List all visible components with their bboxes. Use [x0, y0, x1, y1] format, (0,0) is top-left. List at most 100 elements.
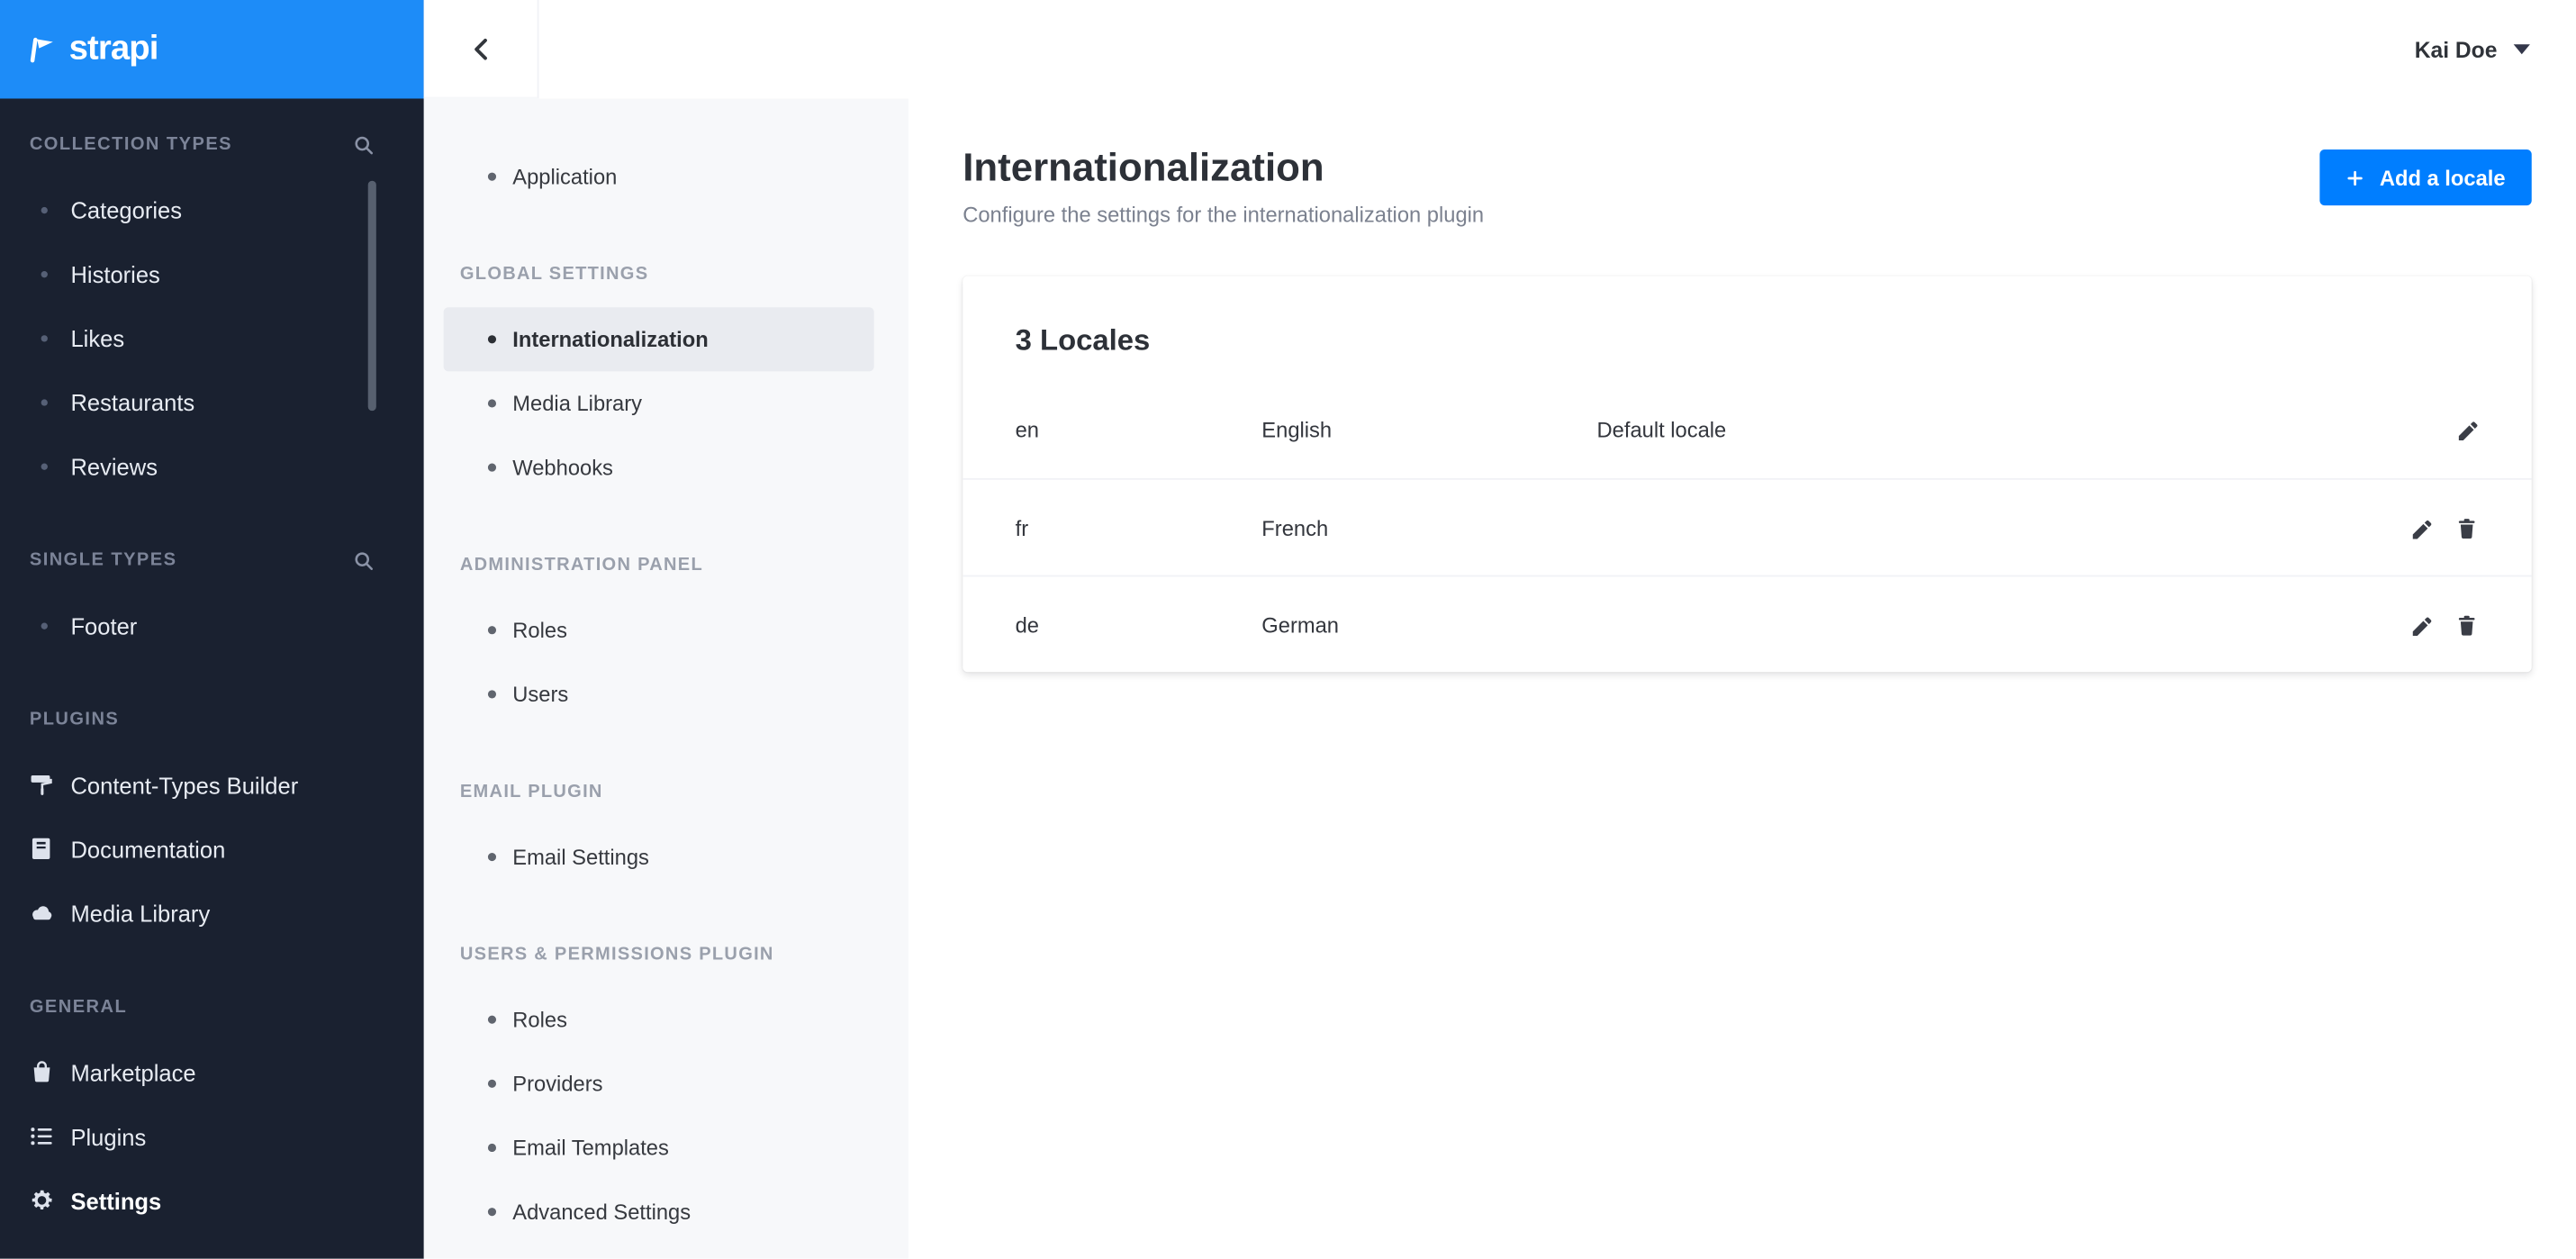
sidebar-item-label: Footer	[70, 611, 138, 639]
row-actions	[2410, 516, 2480, 539]
section-administration-panel: ADMINISTRATION PANEL Roles Users	[424, 548, 908, 726]
settings-nav-label: Users	[512, 682, 569, 707]
section-title: EMAIL PLUGIN	[459, 782, 603, 802]
locale-code: en	[1015, 417, 1040, 442]
sidebar-item-reviews[interactable]: Reviews	[0, 434, 424, 498]
sidebar-item-footer[interactable]: Footer	[0, 593, 424, 657]
sidebar-item-label: Plugins	[70, 1123, 147, 1150]
section-global-settings: GLOBAL SETTINGS Internationalization Med…	[424, 258, 908, 499]
settings-nav-label: Advanced Settings	[512, 1199, 691, 1225]
user-menu[interactable]: Kai Doe	[2415, 0, 2576, 98]
settings-nav-item-up-roles[interactable]: Roles	[444, 988, 874, 1052]
settings-nav-label: Webhooks	[512, 455, 613, 480]
delete-locale-icon[interactable]	[2456, 516, 2480, 539]
sidebar-item-categories[interactable]: Categories	[0, 177, 424, 241]
section-users-permissions-plugin: USERS & PERMISSIONS PLUGIN Roles Provide…	[424, 938, 908, 1244]
sidebar-item-label: Content-Types Builder	[70, 771, 299, 798]
bullet-icon	[41, 334, 48, 341]
bullet-icon	[41, 621, 48, 629]
topbar: Kai Doe	[423, 0, 2576, 99]
main-sidebar: strapi COLLECTION TYPES Categories Histo…	[0, 0, 424, 1259]
bullet-icon	[41, 462, 48, 469]
sidebar-item-label: Documentation	[70, 835, 226, 863]
edit-locale-icon[interactable]	[2410, 613, 2434, 637]
locale-row-fr: fr French	[963, 477, 2532, 575]
bullet-icon	[487, 335, 497, 344]
sidebar-item-marketplace[interactable]: Marketplace	[0, 1040, 424, 1104]
locale-name: German	[1261, 611, 1340, 638]
sidebar-item-histories[interactable]: Histories	[0, 241, 424, 305]
sidebar-item-settings[interactable]: Settings	[0, 1168, 424, 1232]
brand-logo[interactable]: strapi	[0, 0, 424, 99]
locale-code: fr	[1015, 515, 1029, 540]
sidebar-item-likes[interactable]: Likes	[0, 305, 424, 369]
add-locale-button[interactable]: Add a locale	[2320, 149, 2532, 206]
settings-nav-label: Media Library	[512, 391, 642, 416]
section-title: GLOBAL SETTINGS	[459, 264, 649, 285]
bullet-icon	[487, 852, 497, 862]
section-single-types: SINGLE TYPES Footer	[0, 544, 424, 657]
settings-nav-label: Email Settings	[512, 844, 649, 870]
settings-nav-item-email-templates[interactable]: Email Templates	[444, 1116, 874, 1180]
bullet-icon	[487, 172, 497, 181]
section-title: SINGLE TYPES	[29, 550, 177, 571]
settings-sidebar: Application GLOBAL SETTINGS Internationa…	[423, 98, 909, 1259]
settings-nav-item-email-settings[interactable]: Email Settings	[444, 825, 874, 889]
locale-note: Default locale	[1596, 417, 1727, 442]
page-title: Internationalization	[963, 146, 1324, 191]
strapi-admin-app: strapi COLLECTION TYPES Categories Histo…	[0, 0, 2576, 1259]
bullet-icon	[487, 1143, 497, 1153]
back-button[interactable]	[423, 0, 539, 99]
sidebar-item-plugins[interactable]: Plugins	[0, 1104, 424, 1168]
settings-nav-label: Roles	[512, 618, 567, 643]
bullet-icon	[487, 1208, 497, 1217]
settings-nav-item-internationalization[interactable]: Internationalization	[443, 307, 874, 372]
locales-card-title: 3 Locales	[1015, 323, 1151, 357]
locale-code: de	[1015, 611, 1040, 638]
sidebar-item-media-library[interactable]: Media Library	[0, 881, 424, 945]
sidebar-item-label: Likes	[70, 324, 125, 351]
page-subtitle: Configure the settings for the internati…	[963, 202, 1485, 227]
settings-nav-label: Email Templates	[512, 1135, 669, 1161]
bullet-icon	[487, 399, 497, 408]
plus-icon	[2346, 168, 2364, 186]
sidebar-item-content-types-builder[interactable]: Content-Types Builder	[0, 753, 424, 817]
locales-card: 3 Locales en English Default locale fr F…	[963, 276, 2532, 673]
edit-locale-icon[interactable]	[2410, 516, 2434, 539]
settings-nav-item-webhooks[interactable]: Webhooks	[444, 436, 874, 500]
bullet-icon	[487, 463, 497, 472]
book-icon	[26, 836, 56, 862]
section-title: COLLECTION TYPES	[29, 134, 233, 155]
settings-nav-label: Roles	[512, 1007, 567, 1032]
list-icon	[26, 1123, 56, 1149]
chevron-left-icon	[467, 35, 493, 61]
locale-name: French	[1261, 515, 1329, 540]
sidebar-item-restaurants[interactable]: Restaurants	[0, 370, 424, 434]
section-general: GENERAL Marketplace Plugins Settings	[0, 991, 424, 1232]
settings-nav-item-media-library[interactable]: Media Library	[444, 371, 874, 435]
bag-icon	[26, 1059, 56, 1085]
settings-nav-item-advanced-settings[interactable]: Advanced Settings	[444, 1180, 874, 1244]
settings-nav-item-application[interactable]: Application	[444, 145, 874, 209]
delete-locale-icon[interactable]	[2456, 613, 2480, 637]
main-content: Internationalization Configure the setti…	[908, 98, 2576, 1259]
search-icon[interactable]	[353, 549, 375, 571]
row-actions	[2410, 613, 2480, 637]
settings-nav-item-providers[interactable]: Providers	[444, 1052, 874, 1116]
bullet-icon	[41, 270, 48, 277]
chevron-down-icon	[2513, 44, 2530, 55]
sidebar-item-documentation[interactable]: Documentation	[0, 817, 424, 881]
edit-locale-icon[interactable]	[2456, 418, 2480, 441]
settings-nav-item-admin-roles[interactable]: Roles	[444, 598, 874, 662]
add-locale-button-label: Add a locale	[2379, 165, 2506, 190]
section-collection-types: COLLECTION TYPES Categories Histories Li…	[0, 128, 424, 498]
sidebar-scrollbar-thumb[interactable]	[367, 180, 376, 412]
search-icon[interactable]	[353, 134, 375, 156]
strapi-logo-icon	[26, 33, 58, 65]
row-actions	[2456, 418, 2480, 441]
section-email-plugin: EMAIL PLUGIN Email Settings	[424, 775, 908, 889]
settings-nav-item-admin-users[interactable]: Users	[444, 662, 874, 726]
sidebar-item-label: Reviews	[70, 452, 158, 479]
sidebar-item-label: Histories	[70, 260, 160, 287]
sidebar-item-label: Marketplace	[70, 1058, 196, 1086]
